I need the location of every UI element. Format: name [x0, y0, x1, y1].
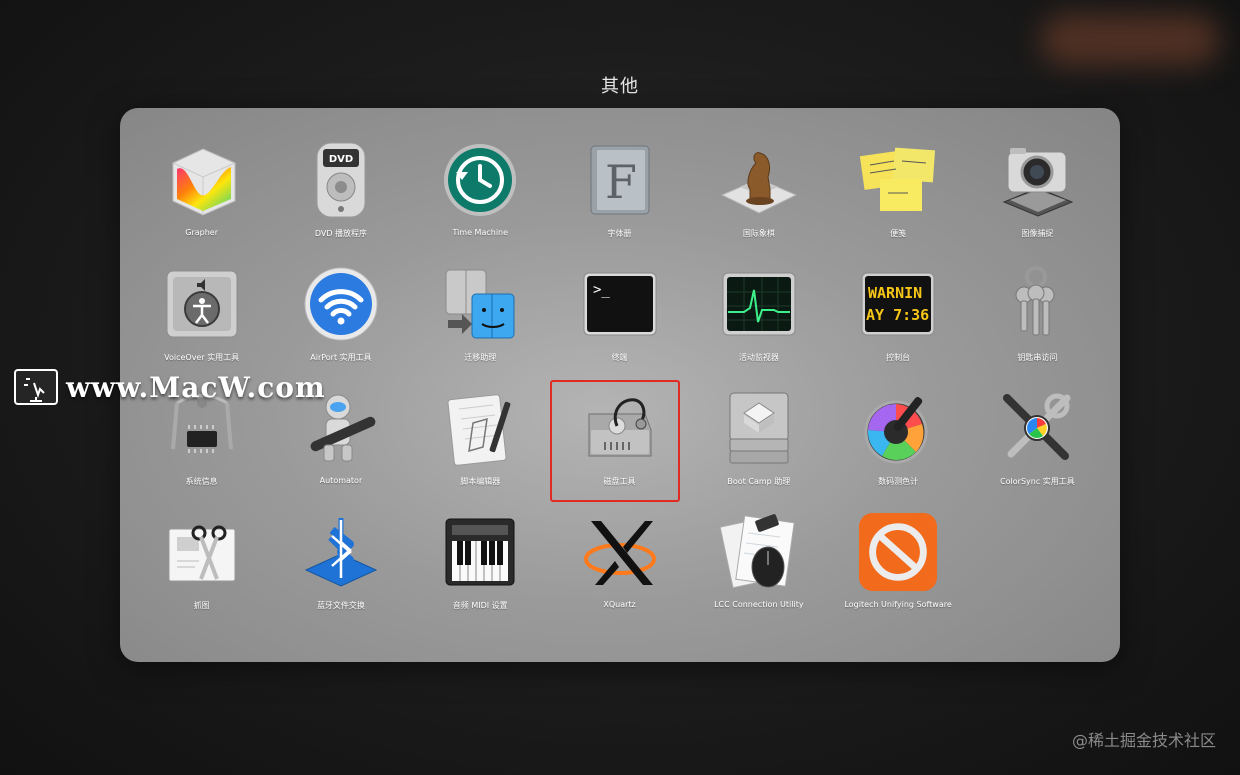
- app-label: 终端: [611, 353, 628, 362]
- app-grapher[interactable]: Grapher: [132, 140, 271, 264]
- font-book-icon: F: [580, 140, 660, 220]
- app-xquartz[interactable]: XQuartz: [550, 512, 689, 636]
- app-label: Boot Camp 助理: [727, 477, 791, 486]
- app-label: 字体册: [607, 229, 632, 238]
- time-machine-icon: [440, 140, 520, 220]
- airport-icon: [301, 264, 381, 344]
- keychain-icon: [997, 264, 1077, 344]
- app-font-book[interactable]: F 字体册: [550, 140, 689, 264]
- lcc-connection-icon: [719, 512, 799, 592]
- app-stickies[interactable]: 便笺: [828, 140, 967, 264]
- boot-camp-icon: [719, 388, 799, 468]
- app-label: 蓝牙文件交换: [316, 601, 365, 610]
- voiceover-icon: [162, 264, 242, 344]
- app-script-editor[interactable]: 脚本编辑器: [411, 388, 550, 512]
- migration-assistant-icon: [440, 264, 520, 344]
- app-label: 钥匙串访问: [1017, 353, 1058, 362]
- stickies-icon: [858, 140, 938, 220]
- colorsync-icon: [997, 388, 1077, 468]
- app-audio-midi-setup[interactable]: 音频 MIDI 设置: [411, 512, 550, 636]
- app-label: 国际象棋: [742, 229, 775, 238]
- app-terminal[interactable]: >_ 终端: [550, 264, 689, 388]
- console-icon: WARNIN AY 7:36: [858, 264, 938, 344]
- terminal-icon: >_: [580, 264, 660, 344]
- app-label: 脚本编辑器: [460, 477, 501, 486]
- app-dvd-player[interactable]: DVD DVD 播放程序: [271, 140, 410, 264]
- xquartz-icon: [580, 512, 660, 592]
- monitor-logo-icon: [14, 369, 58, 405]
- app-bluetooth-file-exchange[interactable]: 蓝牙文件交换: [271, 512, 410, 636]
- watermark-text: www.MacW.com: [66, 370, 326, 404]
- app-logitech-unifying-software[interactable]: Logitech Unifying Software: [828, 512, 967, 636]
- app-label: 音频 MIDI 设置: [452, 601, 508, 610]
- image-capture-icon: [997, 140, 1077, 220]
- app-console[interactable]: WARNIN AY 7:36 控制台: [828, 264, 967, 388]
- app-colorsync-utility[interactable]: ColorSync 实用工具: [968, 388, 1107, 512]
- app-image-capture[interactable]: 图像捕捉: [968, 140, 1107, 264]
- app-label: 迁移助理: [464, 353, 497, 362]
- disk-utility-highlight-box: [550, 380, 680, 502]
- app-grab[interactable]: 抓图: [132, 512, 271, 636]
- app-label: Logitech Unifying Software: [844, 600, 952, 609]
- app-label: AirPort 实用工具: [310, 353, 372, 362]
- app-label: DVD 播放程序: [314, 229, 368, 238]
- digital-color-meter-icon: [858, 388, 938, 468]
- audio-midi-icon: [440, 512, 520, 592]
- logitech-unifying-icon: [858, 512, 938, 592]
- terminal-prompt: >_: [593, 282, 610, 298]
- svg-text:F: F: [605, 155, 637, 209]
- app-label: 系统信息: [185, 477, 218, 486]
- app-automator[interactable]: Automator: [271, 388, 410, 512]
- app-label: Automator: [319, 476, 363, 485]
- app-boot-camp-assistant[interactable]: Boot Camp 助理: [689, 388, 828, 512]
- chess-icon: [719, 140, 799, 220]
- watermark: www.MacW.com: [14, 369, 326, 405]
- script-editor-icon: [440, 388, 520, 468]
- grapher-icon: [162, 140, 242, 220]
- app-time-machine[interactable]: Time Machine: [411, 140, 550, 264]
- svg-text:DVD: DVD: [329, 154, 353, 165]
- credit-text: @稀土掘金技术社区: [1071, 731, 1216, 750]
- console-line-1: WARNIN: [868, 284, 922, 302]
- app-label: VoiceOver 实用工具: [164, 353, 240, 362]
- app-label: 数码测色计: [878, 477, 919, 486]
- app-activity-monitor[interactable]: 活动监视器: [689, 264, 828, 388]
- bluetooth-icon: [301, 512, 381, 592]
- app-chess[interactable]: 国际象棋: [689, 140, 828, 264]
- grab-icon: [162, 512, 242, 592]
- app-migration-assistant[interactable]: 迁移助理: [411, 264, 550, 388]
- blurred-corner-element: [1040, 14, 1220, 66]
- dvd-player-icon: DVD: [301, 140, 381, 220]
- app-system-information[interactable]: 系统信息: [132, 388, 271, 512]
- app-label: ColorSync 实用工具: [1000, 477, 1075, 486]
- app-digital-color-meter[interactable]: 数码测色计: [828, 388, 967, 512]
- app-label: 活动监视器: [738, 353, 779, 362]
- app-lcc-connection-utility[interactable]: LCC Connection Utility: [689, 512, 828, 636]
- console-line-2: AY 7:36: [866, 306, 929, 324]
- app-label: 抓图: [193, 601, 210, 610]
- app-label: Time Machine: [452, 228, 509, 237]
- app-label: 便笺: [890, 229, 907, 238]
- app-label: Grapher: [185, 228, 219, 237]
- app-keychain-access[interactable]: 钥匙串访问: [968, 264, 1107, 388]
- app-label: XQuartz: [603, 600, 636, 609]
- folder-title[interactable]: 其他: [0, 72, 1240, 98]
- app-label: 图像捕捉: [1021, 229, 1054, 238]
- app-label: 控制台: [886, 353, 911, 362]
- app-label: LCC Connection Utility: [714, 600, 804, 609]
- activity-monitor-icon: [719, 264, 799, 344]
